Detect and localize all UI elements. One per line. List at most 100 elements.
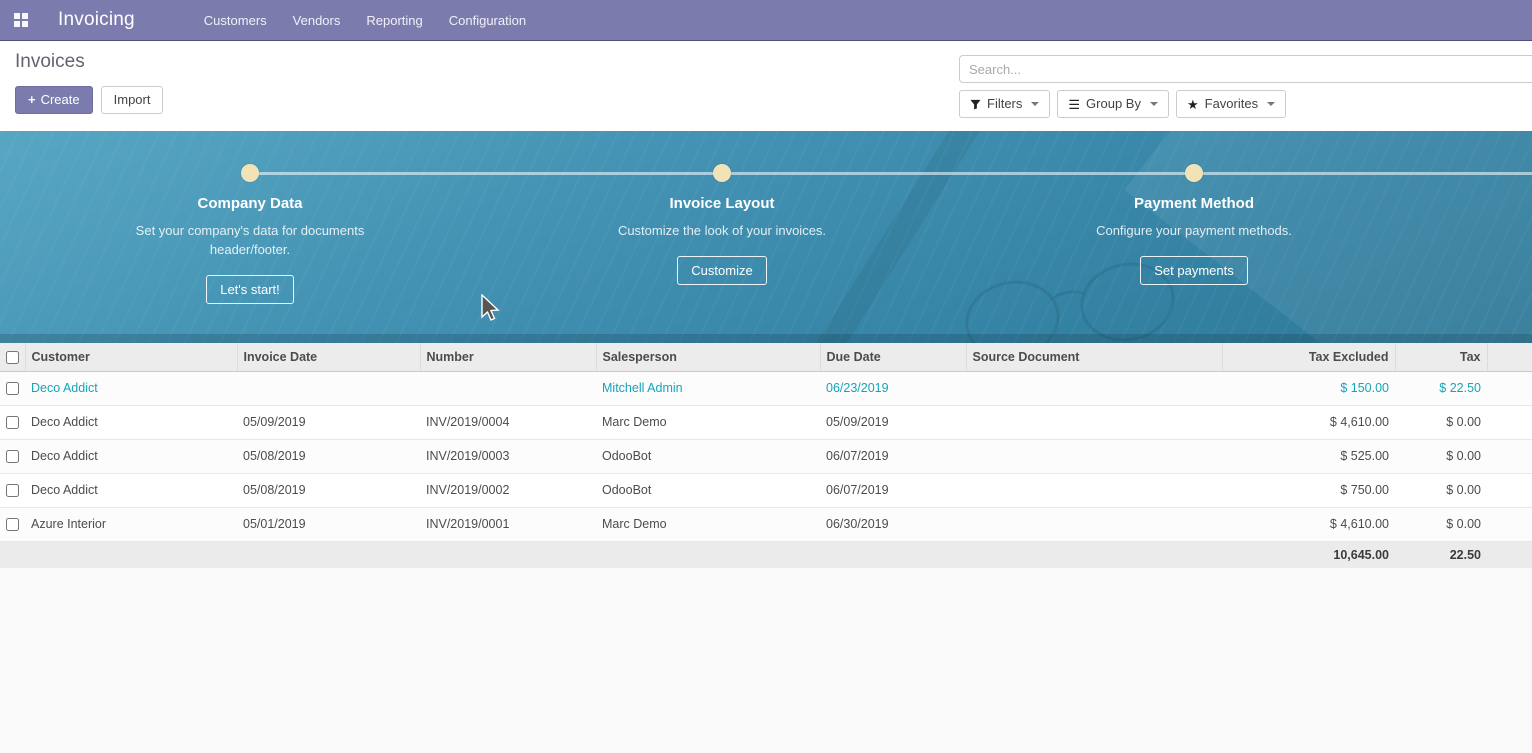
total-tax-excluded: 10,645.00	[1222, 541, 1395, 568]
invoice-list-table: Customer Invoice Date Number Salesperson…	[0, 343, 1532, 568]
cell-tax: $ 0.00	[1395, 507, 1487, 541]
column-header-tax-excluded[interactable]: Tax Excluded	[1222, 343, 1395, 371]
cell-invoice-date: 05/01/2019	[237, 507, 420, 541]
lets-start-button[interactable]: Let's start!	[206, 275, 294, 304]
cell-customer: Deco Addict	[25, 371, 237, 405]
column-header-due-date[interactable]: Due Date	[820, 343, 966, 371]
onboarding-progress-line	[250, 172, 1532, 175]
invoice-table-row[interactable]: Deco Addict 05/09/2019 INV/2019/0004 Mar…	[0, 405, 1532, 439]
cell-source-document	[966, 473, 1222, 507]
cell-tax-excluded: $ 150.00	[1222, 371, 1395, 405]
column-header-salesperson[interactable]: Salesperson	[596, 343, 820, 371]
cell-due-date: 06/07/2019	[820, 473, 966, 507]
cell-tax: $ 22.50	[1395, 371, 1487, 405]
bars-icon: ☰	[1068, 98, 1080, 111]
cell-customer: Azure Interior	[25, 507, 237, 541]
cell-due-date: 06/07/2019	[820, 439, 966, 473]
favorites-button[interactable]: ★ Favorites	[1176, 90, 1286, 118]
favorites-button-label: Favorites	[1205, 96, 1258, 112]
plus-icon: +	[28, 92, 36, 107]
column-header-source-document[interactable]: Source Document	[966, 343, 1222, 371]
cell-tax-excluded: $ 4,610.00	[1222, 507, 1395, 541]
step-title: Payment Method	[1044, 195, 1344, 212]
step-description: Customize the look of your invoices.	[607, 221, 837, 240]
cell-number	[420, 371, 596, 405]
invoice-table-row[interactable]: Deco Addict Mitchell Admin 06/23/2019 $ …	[0, 371, 1532, 405]
step-description: Set your company's data for documents he…	[135, 221, 365, 259]
chevron-down-icon	[1267, 102, 1275, 106]
menu-item-vendors[interactable]: Vendors	[280, 1, 354, 40]
invoice-table-row[interactable]: Deco Addict 05/08/2019 INV/2019/0002 Odo…	[0, 473, 1532, 507]
cell-salesperson: Mitchell Admin	[596, 371, 820, 405]
cell-salesperson: OdooBot	[596, 473, 820, 507]
step-description: Configure your payment methods.	[1079, 221, 1309, 240]
column-header-customer[interactable]: Customer	[25, 343, 237, 371]
table-body: Deco Addict Mitchell Admin 06/23/2019 $ …	[0, 371, 1532, 541]
total-tax: 22.50	[1395, 541, 1487, 568]
apps-grid-square	[14, 13, 20, 19]
onboarding-step-dot	[241, 164, 259, 182]
filters-button[interactable]: Filters	[959, 90, 1050, 118]
menu-item-customers[interactable]: Customers	[191, 1, 280, 40]
menu-item-configuration[interactable]: Configuration	[436, 1, 539, 40]
step-title: Company Data	[100, 195, 400, 212]
top-navbar: Invoicing Customers Vendors Reporting Co…	[0, 0, 1532, 41]
invoice-table-row[interactable]: Deco Addict 05/08/2019 INV/2019/0003 Odo…	[0, 439, 1532, 473]
cell-invoice-date: 05/08/2019	[237, 473, 420, 507]
import-button-label: Import	[114, 92, 151, 107]
invoice-table-row[interactable]: Azure Interior 05/01/2019 INV/2019/0001 …	[0, 507, 1532, 541]
group-by-button-label: Group By	[1086, 96, 1141, 112]
row-checkbox-cell	[0, 507, 25, 541]
onboarding-step-company-data: Company Data Set your company's data for…	[100, 195, 400, 304]
cell-source-document	[966, 439, 1222, 473]
row-checkbox[interactable]	[6, 382, 19, 395]
onboarding-step-payment-method: Payment Method Configure your payment me…	[1044, 195, 1344, 285]
cell-salesperson: Marc Demo	[596, 405, 820, 439]
row-checkbox-cell	[0, 473, 25, 507]
cell-source-document	[966, 405, 1222, 439]
cell-salesperson: Marc Demo	[596, 507, 820, 541]
content-background	[0, 568, 1532, 753]
cell-tax: $ 0.00	[1395, 439, 1487, 473]
navbar-menu: Customers Vendors Reporting Configuratio…	[191, 1, 539, 40]
column-header-tax[interactable]: Tax	[1395, 343, 1487, 371]
create-button-label: Create	[41, 92, 80, 107]
step-title: Invoice Layout	[572, 195, 872, 212]
cell-salesperson: OdooBot	[596, 439, 820, 473]
row-checkbox[interactable]	[6, 484, 19, 497]
search-input[interactable]	[959, 55, 1532, 83]
page-title: Invoices	[15, 51, 163, 73]
onboarding-step-dot	[713, 164, 731, 182]
set-payments-button[interactable]: Set payments	[1140, 256, 1248, 285]
onboarding-step-dot	[1185, 164, 1203, 182]
cell-tax: $ 0.00	[1395, 473, 1487, 507]
customize-button[interactable]: Customize	[677, 256, 766, 285]
import-button[interactable]: Import	[101, 86, 164, 114]
banner-decor-band	[0, 334, 1532, 343]
row-checkbox[interactable]	[6, 518, 19, 531]
row-checkbox-cell	[0, 439, 25, 473]
row-checkbox-cell	[0, 405, 25, 439]
cell-invoice-date	[237, 371, 420, 405]
column-header-number[interactable]: Number	[420, 343, 596, 371]
cell-customer: Deco Addict	[25, 405, 237, 439]
row-checkbox[interactable]	[6, 416, 19, 429]
apps-grid-square	[22, 13, 28, 19]
cell-tax-excluded: $ 750.00	[1222, 473, 1395, 507]
group-by-button[interactable]: ☰ Group By	[1057, 90, 1169, 118]
cell-tax-excluded: $ 4,610.00	[1222, 405, 1395, 439]
select-all-checkbox-cell	[0, 343, 25, 371]
create-button[interactable]: + Create	[15, 86, 93, 114]
cell-due-date: 06/23/2019	[820, 371, 966, 405]
column-header-invoice-date[interactable]: Invoice Date	[237, 343, 420, 371]
cell-due-date: 06/30/2019	[820, 507, 966, 541]
app-brand-title[interactable]: Invoicing	[58, 9, 135, 31]
apps-grid-icon[interactable]	[14, 13, 28, 27]
cell-number: INV/2019/0003	[420, 439, 596, 473]
menu-item-reporting[interactable]: Reporting	[353, 1, 435, 40]
cell-invoice-date: 05/08/2019	[237, 439, 420, 473]
select-all-checkbox[interactable]	[6, 351, 19, 364]
chevron-down-icon	[1150, 102, 1158, 106]
cell-number: INV/2019/0001	[420, 507, 596, 541]
row-checkbox[interactable]	[6, 450, 19, 463]
